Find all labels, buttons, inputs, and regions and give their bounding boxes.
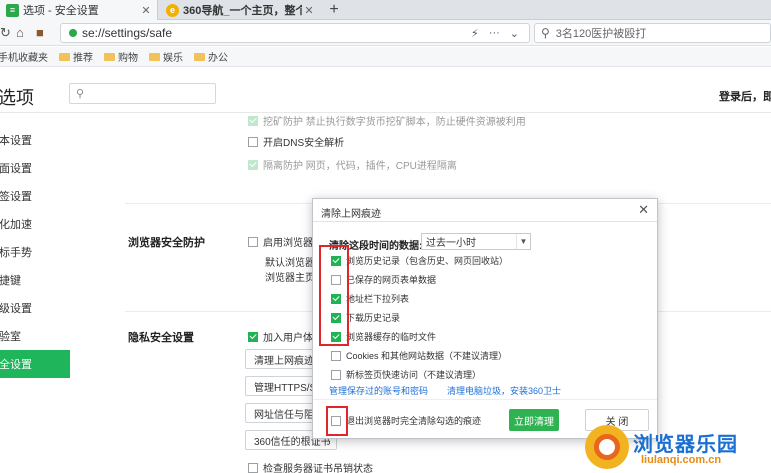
watermark-title: 浏览器乐园	[633, 434, 738, 456]
checkbox[interactable]	[248, 236, 258, 247]
tab-settings[interactable]: ≡ 选项 - 安全设置 ✕	[0, 0, 158, 20]
clear-now-button[interactable]: 立即清理	[509, 409, 559, 431]
360-favicon-icon: e	[166, 3, 179, 17]
sidebar-item-tabs[interactable]: 标签设置	[0, 182, 70, 210]
sidebar-item-gestures[interactable]: 鼠标手势	[0, 238, 70, 266]
sidebar-item-security[interactable]: 安全设置	[0, 350, 70, 378]
bookmark-folder-recommend[interactable]: 推荐	[59, 49, 93, 64]
close-icon[interactable]: ✕	[139, 4, 153, 17]
settings-search-input[interactable]: ⚲	[69, 83, 216, 104]
bookmark-label: 办公	[208, 53, 228, 64]
chevron-down-icon[interactable]: ⌄	[510, 27, 519, 40]
folder-icon	[104, 52, 115, 61]
mining-protection-row[interactable]: 挖矿防护 禁止执行数字货币挖矿脚本，防止硬件资源被利用	[248, 113, 526, 128]
secure-icon	[69, 29, 77, 37]
settings-favicon-icon: ≡	[6, 3, 19, 17]
clean-pc-link[interactable]: 清理电脑垃圾，安装360卫士	[447, 384, 561, 397]
folder-icon	[194, 52, 205, 61]
tab-360-navigation[interactable]: e 360导航_一个主页，整个世界 ✕	[160, 0, 320, 20]
folder-icon	[149, 52, 160, 61]
browser-protect-label: 浏览器安全防护	[128, 237, 205, 249]
search-icon: ⚲	[76, 88, 85, 100]
close-icon[interactable]: ✕	[638, 202, 649, 218]
lightning-icon[interactable]: ⚡	[471, 27, 479, 40]
more-icon[interactable]: ···	[489, 27, 500, 39]
dialog-divider	[313, 399, 657, 400]
watermark-url: liulanqi.com.cn	[641, 454, 722, 466]
checkbox[interactable]	[248, 115, 258, 126]
user-experience-row[interactable]: 加入用户体	[248, 329, 313, 344]
tab-label: 选项 - 安全设置	[23, 5, 99, 17]
tab-label: 360导航_一个主页，整个世界	[183, 5, 302, 17]
search-icon: ⚲	[541, 26, 550, 40]
time-range-select[interactable]: 过去一小时 ▼	[421, 233, 531, 250]
checkbox[interactable]	[248, 331, 258, 342]
sidebar-item-shortcuts[interactable]: 快捷键	[0, 266, 70, 294]
checkbox	[248, 159, 258, 170]
checkbox[interactable]	[248, 462, 258, 473]
login-prompt[interactable]: 登录后，即	[719, 88, 771, 104]
watermark-logo-icon	[585, 425, 629, 469]
refresh-icon[interactable]: ↻	[0, 25, 11, 41]
settings-sidebar: 基本设置 界面设置 标签设置 优化加速 鼠标手势 快捷键 高级设置 实验室 安全…	[0, 126, 70, 378]
manage-https-button[interactable]: 管理HTTPS/S	[245, 376, 315, 396]
watermark: 浏览器乐园 liulanqi.com.cn	[585, 422, 771, 473]
bookmark-folder-shopping[interactable]: 购物	[104, 49, 138, 64]
homepage-text: 浏览器主页	[265, 273, 315, 284]
bookmark-folder-entertainment[interactable]: 娱乐	[149, 49, 183, 64]
search-query: 3名120医护被殴打	[555, 28, 647, 40]
clear-option-history[interactable]: 浏览历史记录（包含历史、网页回收站）	[331, 254, 508, 267]
privacy-label: 隐私安全设置	[128, 332, 194, 344]
browser-protect-row[interactable]: 启用浏览器	[248, 234, 313, 249]
bookmark-label: 娱乐	[163, 53, 183, 64]
default-browser-text: 默认浏览器	[265, 258, 315, 269]
address-toolbar: ↻ ⌂ ■ se://settings/safe ⚡ ··· ⌄ ⚲ 3名120…	[0, 20, 771, 46]
manage-passwords-link[interactable]: 管理保存过的账号和密码	[329, 384, 428, 397]
home-icon[interactable]: ⌂	[16, 25, 24, 40]
sidebar-item-basic[interactable]: 基本设置	[0, 126, 70, 154]
bookmark-label: 购物	[118, 53, 138, 64]
dns-row[interactable]: 开启DNS安全解析	[248, 134, 344, 149]
dialog-divider	[313, 221, 657, 222]
annotation-box	[319, 245, 349, 346]
checkbox[interactable]	[331, 369, 341, 380]
exit-clear-row[interactable]: 退出浏览器时完全清除勾选的痕迹	[331, 414, 481, 427]
checkbox[interactable]	[331, 350, 341, 361]
sidebar-item-interface[interactable]: 界面设置	[0, 154, 70, 182]
clear-option-newtab[interactable]: 新标签页快速访问（不建议清理）	[331, 368, 481, 381]
checkbox[interactable]	[248, 136, 258, 147]
bookmark-label: 手机收藏夹	[0, 53, 48, 64]
annotation-box	[326, 406, 348, 436]
url-trust-button[interactable]: 网址信任与阻	[245, 403, 315, 423]
sidebar-item-optimize[interactable]: 优化加速	[0, 210, 70, 238]
search-input[interactable]: ⚲ 3名120医护被殴打	[534, 23, 771, 43]
tab-bar: ≡ 选项 - 安全设置 ✕ e 360导航_一个主页，整个世界 ✕ +	[0, 0, 771, 20]
clear-traces-dialog: 清除上网痕迹 ✕ 清除这段时间的数据: 过去一小时 ▼ 浏览历史记录（包含历史、…	[312, 198, 658, 439]
bookmark-mobile[interactable]: 手机收藏夹	[0, 49, 48, 64]
dialog-title: 清除上网痕迹	[321, 209, 381, 220]
new-tab-button[interactable]: +	[325, 0, 343, 20]
sidebar-item-advanced[interactable]: 高级设置	[0, 294, 70, 322]
close-icon[interactable]: ✕	[302, 4, 316, 17]
page-title: 选项	[0, 88, 34, 108]
url-field[interactable]: se://settings/safe ⚡ ··· ⌄	[60, 23, 530, 43]
bookmark-folder-office[interactable]: 办公	[194, 49, 228, 64]
sandbox-row: 隔离防护 网页，代码，插件，CPU进程隔离	[248, 157, 457, 172]
bookmarks-bar: 手机收藏夹 推荐 购物 娱乐 办公	[0, 47, 771, 67]
clear-option-cookies[interactable]: Cookies 和其他网站数据（不建议清理）	[331, 349, 507, 362]
clear-traces-button[interactable]: 清理上网痕迹	[245, 349, 315, 369]
bag-icon[interactable]: ■	[36, 25, 44, 40]
sidebar-item-lab[interactable]: 实验室	[0, 322, 70, 350]
bookmark-label: 推荐	[73, 53, 93, 64]
url-text: se://settings/safe	[82, 26, 173, 40]
folder-icon	[59, 52, 70, 61]
cert-revocation-row[interactable]: 检查服务器证书吊销状态	[248, 460, 373, 473]
chevron-down-icon: ▼	[516, 234, 530, 249]
